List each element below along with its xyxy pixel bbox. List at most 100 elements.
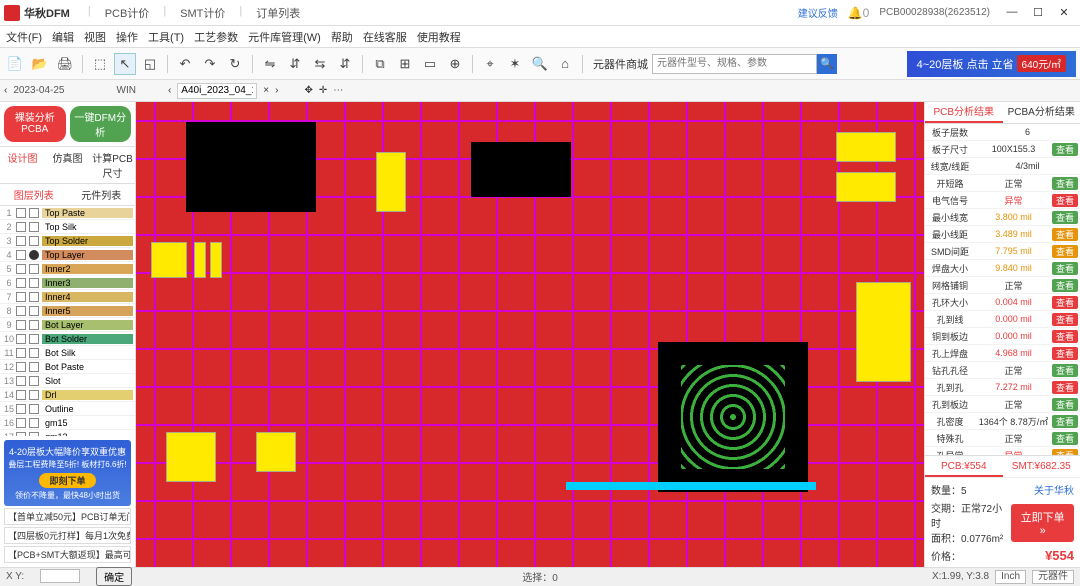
order-now-button[interactable]: 立即下单 » <box>1011 504 1074 542</box>
layer-checkbox[interactable] <box>16 320 26 330</box>
tool3-icon[interactable]: ◱ <box>139 53 161 75</box>
layer-vis[interactable] <box>29 376 39 386</box>
ad-cta[interactable]: 即刻下单 <box>39 473 95 488</box>
menu-tools[interactable]: 工具(T) <box>148 29 184 45</box>
layer-checkbox[interactable] <box>16 306 26 316</box>
layer-vis[interactable] <box>29 208 39 218</box>
grid-icon[interactable]: ⊞ <box>394 53 416 75</box>
mirror-icon[interactable]: ⇆ <box>309 53 331 75</box>
view-button[interactable]: 查看 <box>1052 347 1078 360</box>
layer-row[interactable]: 3 Top Solder <box>0 234 135 248</box>
feedback-link[interactable]: 建议反馈 <box>798 5 838 20</box>
view-button[interactable]: 查看 <box>1052 228 1078 241</box>
chevron-right-icon[interactable]: › <box>275 85 278 96</box>
print-icon[interactable]: 🖨 <box>54 53 76 75</box>
menu-tutorial[interactable]: 使用教程 <box>417 29 461 45</box>
bell-icon[interactable]: 🔔0 <box>848 6 870 20</box>
layer-checkbox[interactable] <box>16 418 26 428</box>
view-button[interactable]: 查看 <box>1052 143 1078 156</box>
view-button[interactable]: 查看 <box>1052 330 1078 343</box>
layer-checkbox[interactable] <box>16 292 26 302</box>
orders-link[interactable]: 订单列表 <box>256 5 300 21</box>
view-button[interactable]: 查看 <box>1052 279 1078 292</box>
subtab-design[interactable]: 设计图 <box>0 147 45 183</box>
layer-vis[interactable] <box>29 348 39 358</box>
price-tab-smt[interactable]: SMT:¥682.35 <box>1003 456 1080 477</box>
layer-checkbox[interactable] <box>16 348 26 358</box>
promo-link-2[interactable]: 【四层板0元打样】每月1次免费... <box>4 527 131 544</box>
open-icon[interactable]: 📂 <box>29 53 51 75</box>
minimize-icon[interactable]: — <box>1000 6 1024 19</box>
layer-vis[interactable] <box>29 390 39 400</box>
layer-checkbox[interactable] <box>16 236 26 246</box>
layer-checkbox[interactable] <box>16 390 26 400</box>
promo-banner[interactable]: 4~20层板 点击 立省 640元/㎡ <box>907 51 1076 77</box>
layer-row[interactable]: 1 Top Paste <box>0 206 135 220</box>
ok-button[interactable]: 确定 <box>96 567 132 586</box>
layer-row[interactable]: 12 Bot Paste <box>0 360 135 374</box>
tool-s3-icon[interactable]: ⋯ <box>333 85 343 96</box>
eye-icon[interactable] <box>29 250 39 260</box>
tab-components[interactable]: 元件列表 <box>68 184 136 205</box>
menu-file[interactable]: 文件(F) <box>6 29 42 45</box>
view-button[interactable]: 查看 <box>1052 245 1078 258</box>
view-button[interactable]: 查看 <box>1052 364 1078 377</box>
layer-row[interactable]: 10 Bot Solder <box>0 332 135 346</box>
layer-vis[interactable] <box>29 362 39 372</box>
layer-row[interactable]: 7 Inner4 <box>0 290 135 304</box>
pcb-canvas[interactable] <box>136 102 924 567</box>
view-button[interactable]: 查看 <box>1052 398 1078 411</box>
promo-ad[interactable]: 4-20层板大幅降价享双重优惠 叠层工程费降至5折! 板材打6.6折! 即刻下单… <box>4 440 131 506</box>
layers-icon[interactable]: ⧉ <box>369 53 391 75</box>
layer-list[interactable]: 1 Top Paste2 Top Silk3 Top Solder4 Top L… <box>0 206 135 436</box>
layer-row[interactable]: 4 Top Layer <box>0 248 135 262</box>
view-button[interactable]: 查看 <box>1052 432 1078 445</box>
dfm-analyze-button[interactable]: 一键DFM分析 <box>70 106 132 142</box>
search-go-icon[interactable]: 🔍 <box>817 54 837 74</box>
subtab-calc[interactable]: 计算PCB尺寸 <box>90 147 135 183</box>
layer-vis[interactable] <box>29 320 39 330</box>
layer-vis[interactable] <box>29 264 39 274</box>
layer-checkbox[interactable] <box>16 278 26 288</box>
layer-row[interactable]: 16 gm15 <box>0 416 135 430</box>
menu-process[interactable]: 工艺参数 <box>194 29 238 45</box>
menu-view[interactable]: 视图 <box>84 29 106 45</box>
view-button[interactable]: 查看 <box>1052 194 1078 207</box>
file-name-field[interactable] <box>177 83 257 99</box>
layer-vis[interactable] <box>29 334 39 344</box>
layer-vis[interactable] <box>29 306 39 316</box>
layer-checkbox[interactable] <box>16 250 26 260</box>
zoom-in-icon[interactable]: 🔍 <box>529 53 551 75</box>
menu-edit[interactable]: 编辑 <box>52 29 74 45</box>
snap-icon[interactable]: ▭ <box>419 53 441 75</box>
parts-button[interactable]: 元器件 <box>1032 570 1074 584</box>
home-icon[interactable]: ⌂ <box>554 53 576 75</box>
search-input[interactable] <box>652 54 817 74</box>
new-icon[interactable]: 📄 <box>4 53 26 75</box>
layer-checkbox[interactable] <box>16 362 26 372</box>
zoom-full-icon[interactable]: ✶ <box>504 53 526 75</box>
view-button[interactable]: 查看 <box>1052 313 1078 326</box>
tool-icon[interactable]: ⊕ <box>444 53 466 75</box>
about-link[interactable]: 关于华秋 <box>1034 482 1074 497</box>
tab-pcb-analysis[interactable]: PCB分析结果 <box>925 102 1003 123</box>
layer-row[interactable]: 5 Inner2 <box>0 262 135 276</box>
menu-lib[interactable]: 元件库管理(W) <box>248 29 321 45</box>
tool-s2-icon[interactable]: ✛ <box>319 85 327 96</box>
view-button[interactable]: 查看 <box>1052 177 1078 190</box>
analysis-list[interactable]: 板子层数 6板子尺寸 100X155.3查看线宽/线距 4/3mil开短路 正常… <box>925 124 1080 455</box>
view-button[interactable]: 查看 <box>1052 381 1078 394</box>
chevron-left-icon[interactable]: ‹ <box>4 85 7 96</box>
maximize-icon[interactable]: ☐ <box>1026 6 1050 19</box>
promo-link-3[interactable]: 【PCB+SMT大额返现】最高可达... <box>4 546 131 563</box>
layer-vis[interactable] <box>29 292 39 302</box>
chevron-left2-icon[interactable]: ‹ <box>168 85 171 96</box>
unit-select[interactable]: Inch <box>995 570 1026 584</box>
layer-vis[interactable] <box>29 222 39 232</box>
price-tab-pcb[interactable]: PCB:¥554 <box>925 456 1003 477</box>
pcb-pricing-link[interactable]: PCB计价 <box>105 5 150 21</box>
layer-row[interactable]: 9 Bot Layer <box>0 318 135 332</box>
layer-row[interactable]: 11 Bot Silk <box>0 346 135 360</box>
layer-vis[interactable] <box>29 418 39 428</box>
menu-action[interactable]: 操作 <box>116 29 138 45</box>
